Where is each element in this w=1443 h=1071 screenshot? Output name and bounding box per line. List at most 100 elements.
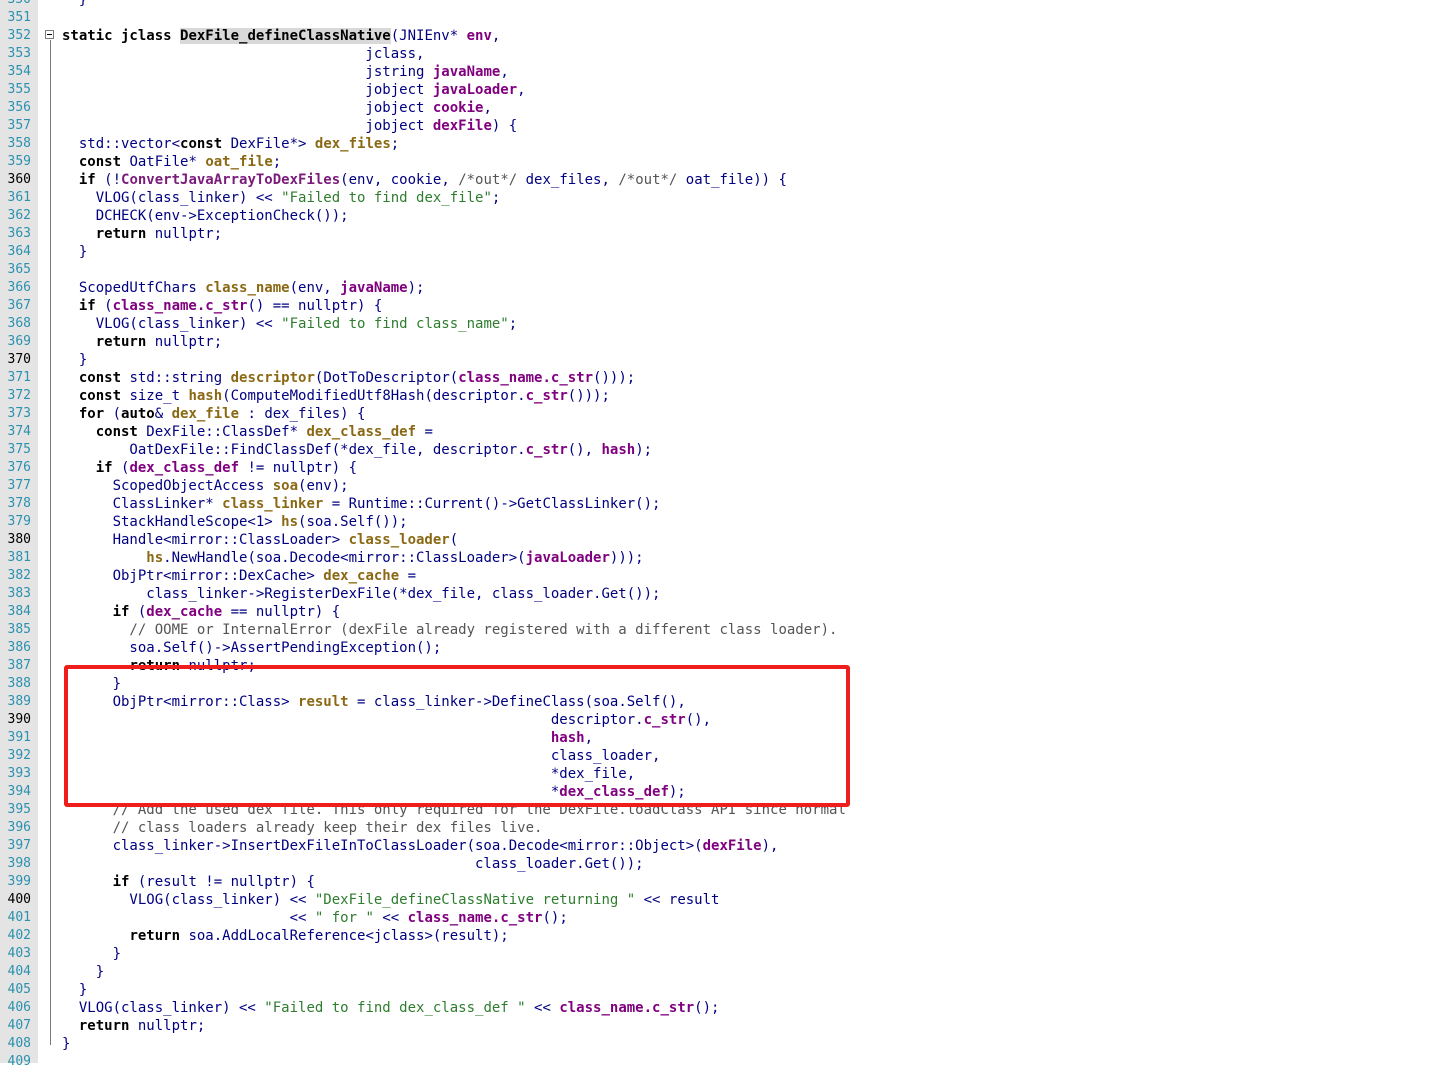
code-line[interactable]: 357 jobject dexFile) { <box>0 117 1443 135</box>
code-line[interactable]: 355 jobject javaLoader, <box>0 81 1443 99</box>
code-line[interactable]: 402 return soa.AddLocalReference<jclass>… <box>0 927 1443 945</box>
code-token: return <box>78 1018 130 1034</box>
code-line[interactable]: 352 static jclass DexFile_defineClassNati… <box>0 27 1443 45</box>
code-token: } <box>62 1036 71 1052</box>
code-token: : dex_files) { <box>239 406 366 422</box>
code-token: = Runtime::Current()->GetClassLinker(); <box>323 496 661 512</box>
code-line[interactable]: 399 if (result != nullptr) { <box>0 873 1443 891</box>
fold-collapse-icon[interactable] <box>45 30 54 39</box>
code-token: nullptr; <box>146 226 223 242</box>
code-token: ), <box>761 838 779 854</box>
code-token: DCHECK(env->ExceptionCheck()); <box>62 208 349 224</box>
code-line[interactable]: 361 VLOG(class_linker) << "Failed to fin… <box>0 189 1443 207</box>
code-line[interactable]: 373 for (auto& dex_file : dex_files) { <box>0 405 1443 423</box>
code-line[interactable]: 406 VLOG(class_linker) << "Failed to fin… <box>0 999 1443 1017</box>
code-line[interactable]: 386 soa.Self()->AssertPendingException()… <box>0 639 1443 657</box>
code-line[interactable]: 398 class_loader.Get()); <box>0 855 1443 873</box>
line-number: 407 <box>7 1018 31 1033</box>
code-token: ( <box>112 460 130 476</box>
code-line[interactable]: 404 } <box>0 963 1443 981</box>
code-line[interactable]: 400 VLOG(class_linker) << "DexFile_defin… <box>0 891 1443 909</box>
code-line[interactable]: 370 } <box>0 351 1443 369</box>
code-line[interactable]: 384 if (dex_cache == nullptr) { <box>0 603 1443 621</box>
code-line[interactable]: 372 const size_t hash(ComputeModifiedUtf… <box>0 387 1443 405</box>
code-token: dex_file <box>171 406 240 422</box>
code-line[interactable]: 407 return nullptr; <box>0 1017 1443 1035</box>
code-line[interactable]: 354 jstring javaName, <box>0 63 1443 81</box>
code-token: dex_cache <box>323 568 400 584</box>
code-token: (); <box>694 1000 720 1016</box>
line-number: 372 <box>7 388 31 403</box>
code-line[interactable]: 356 jobject cookie, <box>0 99 1443 117</box>
code-line[interactable]: 408} <box>0 1035 1443 1053</box>
code-token: class_linker <box>222 496 324 512</box>
code-token: class_name.c_str <box>407 910 543 926</box>
line-number: 405 <box>7 982 31 997</box>
code-line[interactable]: 369 return nullptr; <box>0 333 1443 351</box>
code-line[interactable]: 380 Handle<mirror::ClassLoader> class_lo… <box>0 531 1443 549</box>
code-line[interactable]: 409 <box>0 1053 1443 1071</box>
code-text: // class loaders already keep their dex … <box>62 819 543 837</box>
code-line[interactable]: 383 class_linker->RegisterDexFile(*dex_f… <box>0 585 1443 603</box>
line-number: 357 <box>7 118 31 133</box>
line-number: 364 <box>7 244 31 259</box>
code-text: jstring javaName, <box>62 63 508 81</box>
code-text: // OOME or InternalError (dexFile alread… <box>62 621 837 639</box>
code-token: if <box>112 874 130 890</box>
code-line[interactable]: 396 // class loaders already keep their … <box>0 819 1443 837</box>
code-line[interactable]: 397 class_linker->InsertDexFileInToClass… <box>0 837 1443 855</box>
code-token: << <box>525 1000 560 1016</box>
code-line[interactable]: 360 if (!ConvertJavaArrayToDexFiles(env,… <box>0 171 1443 189</box>
code-text: Handle<mirror::ClassLoader> class_loader… <box>62 531 459 549</box>
code-line[interactable]: 405 } <box>0 981 1443 999</box>
code-text: const std::string descriptor(DotToDescri… <box>62 369 635 387</box>
code-text: soa.Self()->AssertPendingException(); <box>62 639 441 657</box>
line-number: 391 <box>7 730 31 745</box>
code-token: oat_file)) { <box>677 172 787 188</box>
code-line[interactable]: 382 ObjPtr<mirror::DexCache> dex_cache = <box>0 567 1443 585</box>
code-line[interactable]: 378 ClassLinker* class_linker = Runtime:… <box>0 495 1443 513</box>
code-line[interactable]: 363 return nullptr; <box>0 225 1443 243</box>
code-text: VLOG(class_linker) << "Failed to find de… <box>62 999 720 1017</box>
code-line[interactable]: 367 if (class_name.c_str() == nullptr) { <box>0 297 1443 315</box>
code-text: } <box>62 243 87 261</box>
code-text: } <box>62 945 121 963</box>
line-number: 369 <box>7 334 31 349</box>
code-text: ScopedUtfChars class_name(env, javaName)… <box>62 279 425 297</box>
code-line[interactable]: 351 <box>0 9 1443 27</box>
code-line[interactable]: 368 VLOG(class_linker) << "Failed to fin… <box>0 315 1443 333</box>
code-token: ( <box>449 532 459 548</box>
code-token: ; <box>390 136 400 152</box>
code-line[interactable]: 374 const DexFile::ClassDef* dex_class_d… <box>0 423 1443 441</box>
code-line[interactable]: 364 } <box>0 243 1443 261</box>
code-line[interactable]: 379 StackHandleScope<1> hs(soa.Self()); <box>0 513 1443 531</box>
code-line[interactable]: 353 jclass, <box>0 45 1443 63</box>
code-line[interactable]: 365 <box>0 261 1443 279</box>
code-line[interactable]: 375 OatDexFile::FindClassDef(*dex_file, … <box>0 441 1443 459</box>
code-line[interactable]: 381 hs.NewHandle(soa.Decode<mirror::Clas… <box>0 549 1443 567</box>
code-token: << <box>62 910 315 926</box>
code-token: return <box>129 928 181 944</box>
code-line[interactable]: 377 ScopedObjectAccess soa(env); <box>0 477 1443 495</box>
code-line[interactable]: 358 std::vector<const DexFile*> dex_file… <box>0 135 1443 153</box>
line-number: 394 <box>7 784 31 799</box>
code-token: dex_class_def <box>129 460 240 476</box>
code-line[interactable]: 376 if (dex_class_def != nullptr) { <box>0 459 1443 477</box>
line-number: 381 <box>7 550 31 565</box>
code-line[interactable]: 359 const OatFile* oat_file; <box>0 153 1443 171</box>
line-number: 383 <box>7 586 31 601</box>
code-token: return <box>95 334 147 350</box>
line-number: 402 <box>7 928 31 943</box>
code-line[interactable]: 350 } <box>0 0 1443 9</box>
code-line[interactable]: 403 } <box>0 945 1443 963</box>
code-line[interactable]: 371 const std::string descriptor(DotToDe… <box>0 369 1443 387</box>
code-token: if <box>95 460 113 476</box>
code-line[interactable]: 366 ScopedUtfChars class_name(env, javaN… <box>0 279 1443 297</box>
code-line[interactable]: 401 << " for " << class_name.c_str(); <box>0 909 1443 927</box>
code-line[interactable]: 362 DCHECK(env->ExceptionCheck()); <box>0 207 1443 225</box>
code-text: if (result != nullptr) { <box>62 873 315 891</box>
code-line[interactable]: 385 // OOME or InternalError (dexFile al… <box>0 621 1443 639</box>
